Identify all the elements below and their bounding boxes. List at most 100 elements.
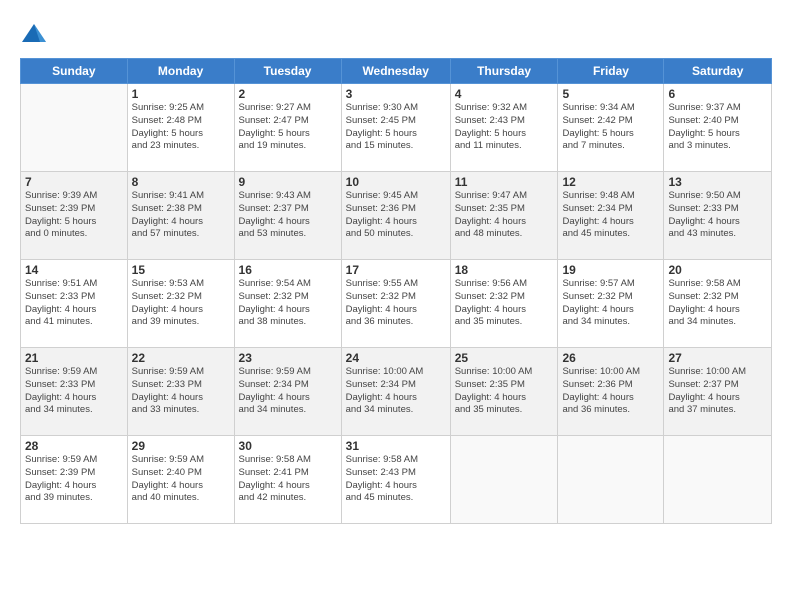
calendar-cell: 16Sunrise: 9:54 AM Sunset: 2:32 PM Dayli… [234, 260, 341, 348]
calendar-cell: 29Sunrise: 9:59 AM Sunset: 2:40 PM Dayli… [127, 436, 234, 524]
calendar-cell: 24Sunrise: 10:00 AM Sunset: 2:34 PM Dayl… [341, 348, 450, 436]
day-number: 20 [668, 263, 767, 277]
day-info: Sunrise: 9:59 AM Sunset: 2:40 PM Dayligh… [132, 454, 230, 505]
day-number: 21 [25, 351, 123, 365]
calendar-cell: 7Sunrise: 9:39 AM Sunset: 2:39 PM Daylig… [21, 172, 128, 260]
day-number: 22 [132, 351, 230, 365]
day-number: 17 [346, 263, 446, 277]
day-number: 26 [562, 351, 659, 365]
day-info: Sunrise: 9:50 AM Sunset: 2:33 PM Dayligh… [668, 190, 767, 241]
week-row-5: 28Sunrise: 9:59 AM Sunset: 2:39 PM Dayli… [21, 436, 772, 524]
calendar-cell: 19Sunrise: 9:57 AM Sunset: 2:32 PM Dayli… [558, 260, 664, 348]
calendar-cell: 30Sunrise: 9:58 AM Sunset: 2:41 PM Dayli… [234, 436, 341, 524]
day-number: 25 [455, 351, 554, 365]
calendar-cell: 17Sunrise: 9:55 AM Sunset: 2:32 PM Dayli… [341, 260, 450, 348]
day-info: Sunrise: 9:59 AM Sunset: 2:34 PM Dayligh… [239, 366, 337, 417]
day-number: 4 [455, 87, 554, 101]
day-info: Sunrise: 9:37 AM Sunset: 2:40 PM Dayligh… [668, 102, 767, 153]
day-number: 11 [455, 175, 554, 189]
weekday-header-monday: Monday [127, 59, 234, 84]
calendar-cell: 25Sunrise: 10:00 AM Sunset: 2:35 PM Dayl… [450, 348, 558, 436]
day-number: 14 [25, 263, 123, 277]
day-info: Sunrise: 9:47 AM Sunset: 2:35 PM Dayligh… [455, 190, 554, 241]
day-info: Sunrise: 9:25 AM Sunset: 2:48 PM Dayligh… [132, 102, 230, 153]
calendar-cell: 15Sunrise: 9:53 AM Sunset: 2:32 PM Dayli… [127, 260, 234, 348]
day-number: 3 [346, 87, 446, 101]
calendar-cell: 11Sunrise: 9:47 AM Sunset: 2:35 PM Dayli… [450, 172, 558, 260]
weekday-header-wednesday: Wednesday [341, 59, 450, 84]
day-number: 16 [239, 263, 337, 277]
weekday-header-saturday: Saturday [664, 59, 772, 84]
day-number: 27 [668, 351, 767, 365]
week-row-2: 7Sunrise: 9:39 AM Sunset: 2:39 PM Daylig… [21, 172, 772, 260]
day-number: 13 [668, 175, 767, 189]
day-info: Sunrise: 10:00 AM Sunset: 2:37 PM Daylig… [668, 366, 767, 417]
calendar-cell [558, 436, 664, 524]
day-info: Sunrise: 9:59 AM Sunset: 2:33 PM Dayligh… [25, 366, 123, 417]
day-number: 2 [239, 87, 337, 101]
day-number: 8 [132, 175, 230, 189]
calendar-cell: 31Sunrise: 9:58 AM Sunset: 2:43 PM Dayli… [341, 436, 450, 524]
day-info: Sunrise: 9:54 AM Sunset: 2:32 PM Dayligh… [239, 278, 337, 329]
page: SundayMondayTuesdayWednesdayThursdayFrid… [0, 0, 792, 612]
calendar-cell: 5Sunrise: 9:34 AM Sunset: 2:42 PM Daylig… [558, 84, 664, 172]
calendar-cell: 20Sunrise: 9:58 AM Sunset: 2:32 PM Dayli… [664, 260, 772, 348]
calendar-cell [21, 84, 128, 172]
day-number: 15 [132, 263, 230, 277]
calendar-cell: 23Sunrise: 9:59 AM Sunset: 2:34 PM Dayli… [234, 348, 341, 436]
calendar-cell: 4Sunrise: 9:32 AM Sunset: 2:43 PM Daylig… [450, 84, 558, 172]
day-info: Sunrise: 10:00 AM Sunset: 2:36 PM Daylig… [562, 366, 659, 417]
day-info: Sunrise: 9:59 AM Sunset: 2:39 PM Dayligh… [25, 454, 123, 505]
day-info: Sunrise: 9:58 AM Sunset: 2:43 PM Dayligh… [346, 454, 446, 505]
day-number: 7 [25, 175, 123, 189]
day-info: Sunrise: 9:53 AM Sunset: 2:32 PM Dayligh… [132, 278, 230, 329]
calendar-cell: 12Sunrise: 9:48 AM Sunset: 2:34 PM Dayli… [558, 172, 664, 260]
day-info: Sunrise: 9:58 AM Sunset: 2:41 PM Dayligh… [239, 454, 337, 505]
weekday-header-thursday: Thursday [450, 59, 558, 84]
day-info: Sunrise: 9:41 AM Sunset: 2:38 PM Dayligh… [132, 190, 230, 241]
day-number: 24 [346, 351, 446, 365]
weekday-header-row: SundayMondayTuesdayWednesdayThursdayFrid… [21, 59, 772, 84]
day-info: Sunrise: 9:39 AM Sunset: 2:39 PM Dayligh… [25, 190, 123, 241]
weekday-header-sunday: Sunday [21, 59, 128, 84]
day-info: Sunrise: 9:43 AM Sunset: 2:37 PM Dayligh… [239, 190, 337, 241]
calendar-cell: 1Sunrise: 9:25 AM Sunset: 2:48 PM Daylig… [127, 84, 234, 172]
day-number: 10 [346, 175, 446, 189]
week-row-4: 21Sunrise: 9:59 AM Sunset: 2:33 PM Dayli… [21, 348, 772, 436]
calendar-cell: 27Sunrise: 10:00 AM Sunset: 2:37 PM Dayl… [664, 348, 772, 436]
day-info: Sunrise: 9:45 AM Sunset: 2:36 PM Dayligh… [346, 190, 446, 241]
day-info: Sunrise: 9:58 AM Sunset: 2:32 PM Dayligh… [668, 278, 767, 329]
calendar-cell: 13Sunrise: 9:50 AM Sunset: 2:33 PM Dayli… [664, 172, 772, 260]
calendar-cell: 8Sunrise: 9:41 AM Sunset: 2:38 PM Daylig… [127, 172, 234, 260]
calendar-cell: 2Sunrise: 9:27 AM Sunset: 2:47 PM Daylig… [234, 84, 341, 172]
day-number: 29 [132, 439, 230, 453]
week-row-3: 14Sunrise: 9:51 AM Sunset: 2:33 PM Dayli… [21, 260, 772, 348]
day-number: 5 [562, 87, 659, 101]
day-info: Sunrise: 9:34 AM Sunset: 2:42 PM Dayligh… [562, 102, 659, 153]
calendar-cell: 9Sunrise: 9:43 AM Sunset: 2:37 PM Daylig… [234, 172, 341, 260]
calendar-cell: 26Sunrise: 10:00 AM Sunset: 2:36 PM Dayl… [558, 348, 664, 436]
day-number: 23 [239, 351, 337, 365]
calendar-cell: 10Sunrise: 9:45 AM Sunset: 2:36 PM Dayli… [341, 172, 450, 260]
day-info: Sunrise: 9:48 AM Sunset: 2:34 PM Dayligh… [562, 190, 659, 241]
day-number: 9 [239, 175, 337, 189]
calendar-cell: 21Sunrise: 9:59 AM Sunset: 2:33 PM Dayli… [21, 348, 128, 436]
calendar-cell: 28Sunrise: 9:59 AM Sunset: 2:39 PM Dayli… [21, 436, 128, 524]
day-number: 30 [239, 439, 337, 453]
weekday-header-tuesday: Tuesday [234, 59, 341, 84]
day-info: Sunrise: 9:27 AM Sunset: 2:47 PM Dayligh… [239, 102, 337, 153]
calendar-cell: 22Sunrise: 9:59 AM Sunset: 2:33 PM Dayli… [127, 348, 234, 436]
calendar-cell: 6Sunrise: 9:37 AM Sunset: 2:40 PM Daylig… [664, 84, 772, 172]
day-number: 31 [346, 439, 446, 453]
day-info: Sunrise: 9:51 AM Sunset: 2:33 PM Dayligh… [25, 278, 123, 329]
weekday-header-friday: Friday [558, 59, 664, 84]
calendar-cell: 14Sunrise: 9:51 AM Sunset: 2:33 PM Dayli… [21, 260, 128, 348]
logo-icon [20, 20, 48, 48]
day-number: 18 [455, 263, 554, 277]
calendar-cell [664, 436, 772, 524]
day-number: 12 [562, 175, 659, 189]
day-info: Sunrise: 9:56 AM Sunset: 2:32 PM Dayligh… [455, 278, 554, 329]
logo [20, 20, 52, 48]
day-info: Sunrise: 9:59 AM Sunset: 2:33 PM Dayligh… [132, 366, 230, 417]
week-row-1: 1Sunrise: 9:25 AM Sunset: 2:48 PM Daylig… [21, 84, 772, 172]
